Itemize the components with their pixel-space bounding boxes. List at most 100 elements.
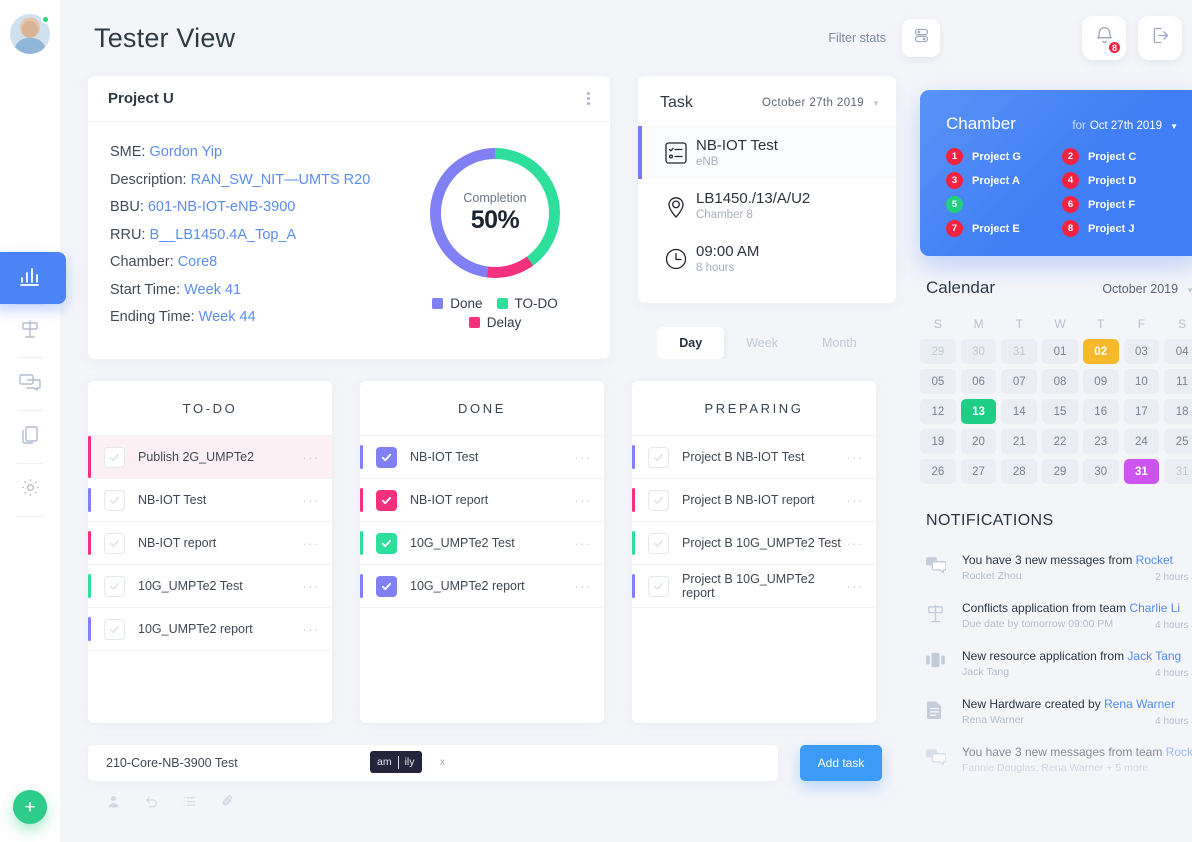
- checkbox-unchecked[interactable]: [104, 489, 125, 511]
- chamber-slot[interactable]: 4 Project D: [1062, 172, 1178, 189]
- sidebar-item-documents[interactable]: [0, 411, 60, 463]
- calendar-day[interactable]: 08: [1042, 369, 1078, 394]
- calendar-day[interactable]: 29: [1042, 459, 1078, 484]
- avatar[interactable]: [10, 14, 50, 54]
- calendar-day[interactable]: 31: [1123, 459, 1160, 484]
- checkbox-unchecked[interactable]: [104, 575, 125, 597]
- calendar-day[interactable]: 28: [1001, 459, 1038, 484]
- checkbox-checked[interactable]: [376, 575, 397, 597]
- add-task-button[interactable]: Add task: [800, 745, 882, 781]
- item-menu-icon[interactable]: ···: [574, 579, 592, 594]
- calendar-day[interactable]: 04: [1164, 339, 1192, 364]
- calendar-day[interactable]: 22: [1042, 429, 1078, 454]
- chevron-down-icon[interactable]: ▼: [872, 99, 880, 108]
- checkbox-unchecked[interactable]: [648, 489, 669, 511]
- chamber-slot[interactable]: 3 Project A: [946, 172, 1062, 189]
- item-menu-icon[interactable]: ···: [302, 450, 320, 465]
- task-list-item[interactable]: NB-IOT report ···: [88, 522, 332, 565]
- calendar-day[interactable]: 15: [1042, 399, 1078, 424]
- calendar-day[interactable]: 21: [1001, 429, 1038, 454]
- chamber-date[interactable]: Oct 27th 2019: [1090, 120, 1162, 132]
- task-list-item[interactable]: NB-IOT Test ···: [360, 436, 604, 479]
- calendar-day[interactable]: 25: [1164, 429, 1192, 454]
- calendar-day[interactable]: 24: [1123, 429, 1160, 454]
- filter-stats-button[interactable]: [902, 19, 940, 57]
- checkbox-checked[interactable]: [376, 446, 397, 468]
- calendar-day[interactable]: 18: [1164, 399, 1192, 424]
- checkbox-unchecked[interactable]: [648, 575, 669, 597]
- notification-link[interactable]: Rocket: [1136, 553, 1173, 567]
- calendar-day[interactable]: 30: [960, 339, 997, 364]
- task-row[interactable]: LB1450./13/A/U2 Chamber 8: [638, 179, 896, 232]
- sidebar-item-messages[interactable]: [0, 358, 60, 410]
- calendar-day[interactable]: 14: [1001, 399, 1038, 424]
- checkbox-unchecked[interactable]: [104, 446, 125, 468]
- chamber-slot[interactable]: 1 Project G: [946, 148, 1062, 165]
- task-list-item[interactable]: 10G_UMPTe2 report ···: [88, 608, 332, 651]
- add-button-fab[interactable]: +: [13, 790, 47, 824]
- task-list-item[interactable]: 10G_UMPTe2 Test ···: [88, 565, 332, 608]
- calendar-day[interactable]: 02: [1082, 339, 1119, 364]
- checkbox-checked[interactable]: [376, 532, 397, 554]
- item-menu-icon[interactable]: ···: [574, 450, 592, 465]
- chamber-slot[interactable]: 7 Project E: [946, 220, 1062, 237]
- calendar-day[interactable]: 31: [1164, 459, 1192, 484]
- list-icon[interactable]: [182, 794, 197, 814]
- checkbox-unchecked[interactable]: [104, 618, 125, 640]
- calendar-day[interactable]: 26: [920, 459, 956, 484]
- logout-button[interactable]: [1138, 16, 1182, 60]
- notification-item[interactable]: Conflicts application from team Charlie …: [920, 592, 1192, 640]
- kebab-menu-icon[interactable]: [587, 92, 590, 105]
- chamber-slot[interactable]: 5: [946, 196, 1062, 213]
- calendar-day[interactable]: 16: [1082, 399, 1119, 424]
- task-list-item[interactable]: 10G_UMPTe2 Test ···: [360, 522, 604, 565]
- notification-link[interactable]: Rocket: [1166, 745, 1192, 759]
- new-task-input[interactable]: 210-Core-NB-3900 Test am ily x: [88, 745, 778, 781]
- checkbox-unchecked[interactable]: [648, 532, 669, 554]
- notification-link[interactable]: Rena Warner: [1104, 697, 1175, 711]
- calendar-day[interactable]: 20: [960, 429, 997, 454]
- checkbox-unchecked[interactable]: [648, 446, 669, 468]
- calendar-day[interactable]: 10: [1123, 369, 1160, 394]
- task-row[interactable]: 09:00 AM 8 hours: [638, 232, 896, 285]
- item-menu-icon[interactable]: ···: [302, 536, 320, 551]
- undo-icon[interactable]: [144, 794, 159, 814]
- tab-day[interactable]: Day: [657, 327, 725, 359]
- paperclip-icon[interactable]: [220, 794, 235, 814]
- notification-item[interactable]: You have 3 new messages from team Rocket…: [920, 736, 1192, 779]
- chevron-down-icon[interactable]: ▼: [1186, 286, 1192, 295]
- checkbox-checked[interactable]: [376, 489, 397, 511]
- item-menu-icon[interactable]: ···: [302, 493, 320, 508]
- calendar-day[interactable]: 05: [920, 369, 956, 394]
- task-list-item[interactable]: Publish 2G_UMPTe2 ···: [88, 436, 332, 479]
- item-menu-icon[interactable]: ···: [574, 536, 592, 551]
- notification-item[interactable]: You have 3 new messages from Rocket Rocke…: [920, 544, 1192, 592]
- item-menu-icon[interactable]: ···: [846, 536, 864, 551]
- chevron-down-icon[interactable]: ▼: [1170, 122, 1178, 131]
- calendar-day[interactable]: 23: [1082, 429, 1119, 454]
- task-list-item[interactable]: Project B NB-IOT Test ···: [632, 436, 876, 479]
- checkbox-unchecked[interactable]: [104, 532, 125, 554]
- task-date[interactable]: October 27th 2019: [762, 97, 864, 109]
- task-list-item[interactable]: NB-IOT Test ···: [88, 479, 332, 522]
- calendar-day[interactable]: 11: [1164, 369, 1192, 394]
- ime-close-icon[interactable]: x: [440, 757, 445, 768]
- calendar-day[interactable]: 19: [920, 429, 956, 454]
- calendar-day[interactable]: 29: [920, 339, 956, 364]
- item-menu-icon[interactable]: ···: [846, 579, 864, 594]
- task-list-item[interactable]: Project B NB-IOT report ···: [632, 479, 876, 522]
- item-menu-icon[interactable]: ···: [846, 450, 864, 465]
- notification-item[interactable]: New Hardware created by Rena Warner Rena …: [920, 688, 1192, 736]
- calendar-day[interactable]: 13: [960, 399, 997, 424]
- chamber-slot[interactable]: 2 Project C: [1062, 148, 1178, 165]
- item-menu-icon[interactable]: ···: [302, 579, 320, 594]
- task-list-item[interactable]: NB-IOT report ···: [360, 479, 604, 522]
- notifications-button[interactable]: 8: [1082, 16, 1126, 60]
- calendar-day[interactable]: 07: [1001, 369, 1038, 394]
- calendar-day[interactable]: 09: [1082, 369, 1119, 394]
- task-list-item[interactable]: Project B 10G_UMPTe2 report ···: [632, 565, 876, 608]
- notification-item[interactable]: New resource application from Jack Tang J…: [920, 640, 1192, 688]
- calendar-day[interactable]: 27: [960, 459, 997, 484]
- calendar-day[interactable]: 17: [1123, 399, 1160, 424]
- calendar-day[interactable]: 03: [1123, 339, 1160, 364]
